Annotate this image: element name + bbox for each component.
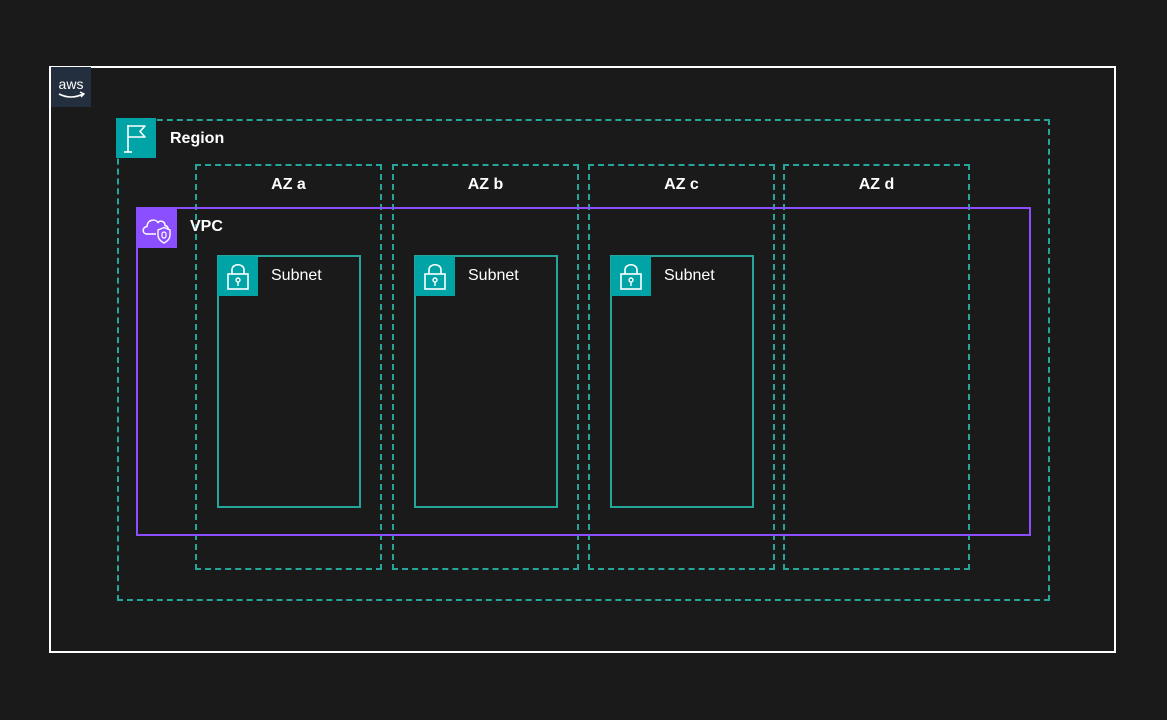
vpc-cloud-icon — [137, 208, 177, 248]
az-b-label: AZ b — [467, 176, 504, 193]
aws-logo-icon: aws — [51, 67, 91, 107]
az-a-label: AZ a — [271, 176, 306, 193]
region-label: Region — [170, 130, 225, 147]
az-c-label: AZ c — [664, 176, 699, 193]
subnet-lock-icon — [415, 256, 455, 296]
architecture-diagram: aws Region AZ a AZ b AZ c AZ d VPC Subne… — [0, 0, 1167, 720]
subnet-lock-icon — [611, 256, 651, 296]
subnet-2-label: Subnet — [468, 267, 519, 284]
aws-logo-text: aws — [59, 76, 84, 92]
region-flag-icon — [116, 118, 156, 158]
subnet-3-label: Subnet — [664, 267, 715, 284]
subnet-lock-icon — [218, 256, 258, 296]
vpc-label: VPC — [190, 218, 223, 235]
az-d-label: AZ d — [858, 176, 895, 193]
subnet-1-label: Subnet — [271, 267, 322, 284]
